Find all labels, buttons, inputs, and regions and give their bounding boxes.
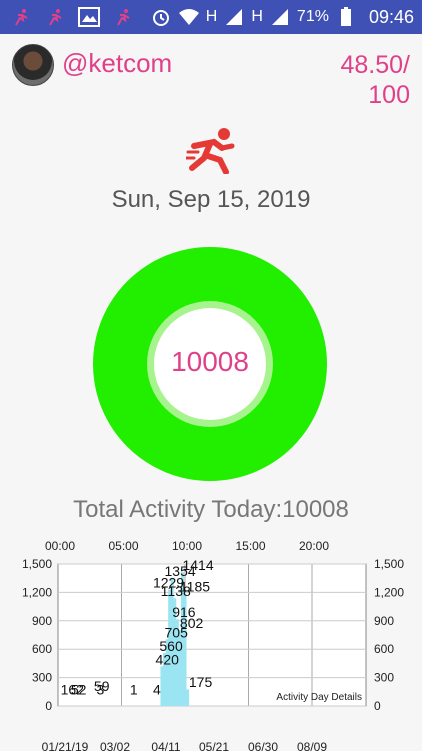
battery-percent: 71% [296, 8, 329, 25]
top-axis-tick-label: 15:00 [235, 539, 265, 553]
date-label: Sun, Sep 15, 2019 [111, 186, 311, 213]
bar [160, 666, 164, 706]
battery-icon [335, 6, 357, 28]
bottom-axis-tick-label: 03/02 [100, 740, 130, 751]
username[interactable]: @ketcom [62, 48, 172, 79]
y-tick-label-right: 1,200 [374, 585, 404, 599]
data-label: 1185 [180, 578, 210, 594]
score: 48.50/ 100 [300, 50, 410, 110]
runner-icon [10, 6, 32, 28]
data-label: 59 [94, 678, 110, 694]
y-tick-label-right: 600 [374, 642, 394, 656]
network-type-2: H [251, 8, 263, 25]
score-line-1: 48.50/ [340, 51, 410, 79]
y-tick-label: 1,200 [22, 585, 52, 599]
bottom-axis-tick-label: 04/11 [151, 740, 180, 751]
y-tick-label-right: 0 [374, 699, 381, 713]
y-tick-label-right: 900 [374, 614, 394, 628]
alarm-icon [150, 6, 172, 28]
data-label: 1414 [182, 557, 213, 573]
y-tick-label-right: 300 [374, 671, 394, 685]
runner-icon [184, 126, 238, 175]
data-label: 175 [189, 674, 213, 690]
activity-ring: 10008 [92, 246, 328, 482]
total-activity-label: Total Activity Today:10008 [73, 496, 349, 523]
top-axis-tick-label: 00:00 [45, 539, 75, 553]
chart-description: Activity Day Details [276, 692, 362, 703]
clock: 09:46 [368, 6, 414, 27]
top-axis-tick-label: 10:00 [172, 539, 202, 553]
y-tick-label: 900 [32, 614, 52, 628]
signal-icon [269, 6, 291, 28]
y-tick-label: 0 [45, 699, 52, 713]
gallery-icon [78, 6, 100, 28]
y-tick-label: 1,500 [22, 557, 52, 571]
bottom-axis-tick-label: 01/21/19 [42, 740, 89, 751]
y-tick-label: 300 [32, 671, 52, 685]
avatar[interactable] [12, 44, 54, 86]
top-axis-tick-label: 20:00 [299, 539, 329, 553]
bottom-axis-tick-label: 08/09 [297, 740, 327, 751]
data-label: 560 [159, 638, 183, 654]
network-type-1: H [205, 8, 218, 25]
runner-icon [112, 6, 134, 28]
status-bar: H H 71% 09:46 [0, 0, 422, 34]
wifi-icon [178, 6, 200, 28]
data-label: 4 [153, 682, 161, 698]
activity-chart[interactable]: 0 0 300 300 600 600 900 900 1,200 1,200 1,500 1,500… [0, 536, 422, 751]
score-line-2: 100 [368, 81, 410, 109]
ring-value: 10008 [171, 346, 249, 377]
data-label: 1 [130, 682, 138, 698]
bar [186, 689, 190, 706]
runner-icon [44, 6, 66, 28]
data-label: 802 [180, 615, 204, 631]
y-tick-label: 600 [32, 642, 52, 656]
data-label: 52 [71, 682, 87, 698]
bottom-axis-tick-label: 06/30 [248, 740, 278, 751]
y-tick-label-right: 1,500 [374, 557, 404, 571]
signal-icon [223, 6, 245, 28]
bottom-axis-tick-label: 05/21 [199, 740, 229, 751]
top-axis-tick-label: 05:00 [108, 539, 138, 553]
